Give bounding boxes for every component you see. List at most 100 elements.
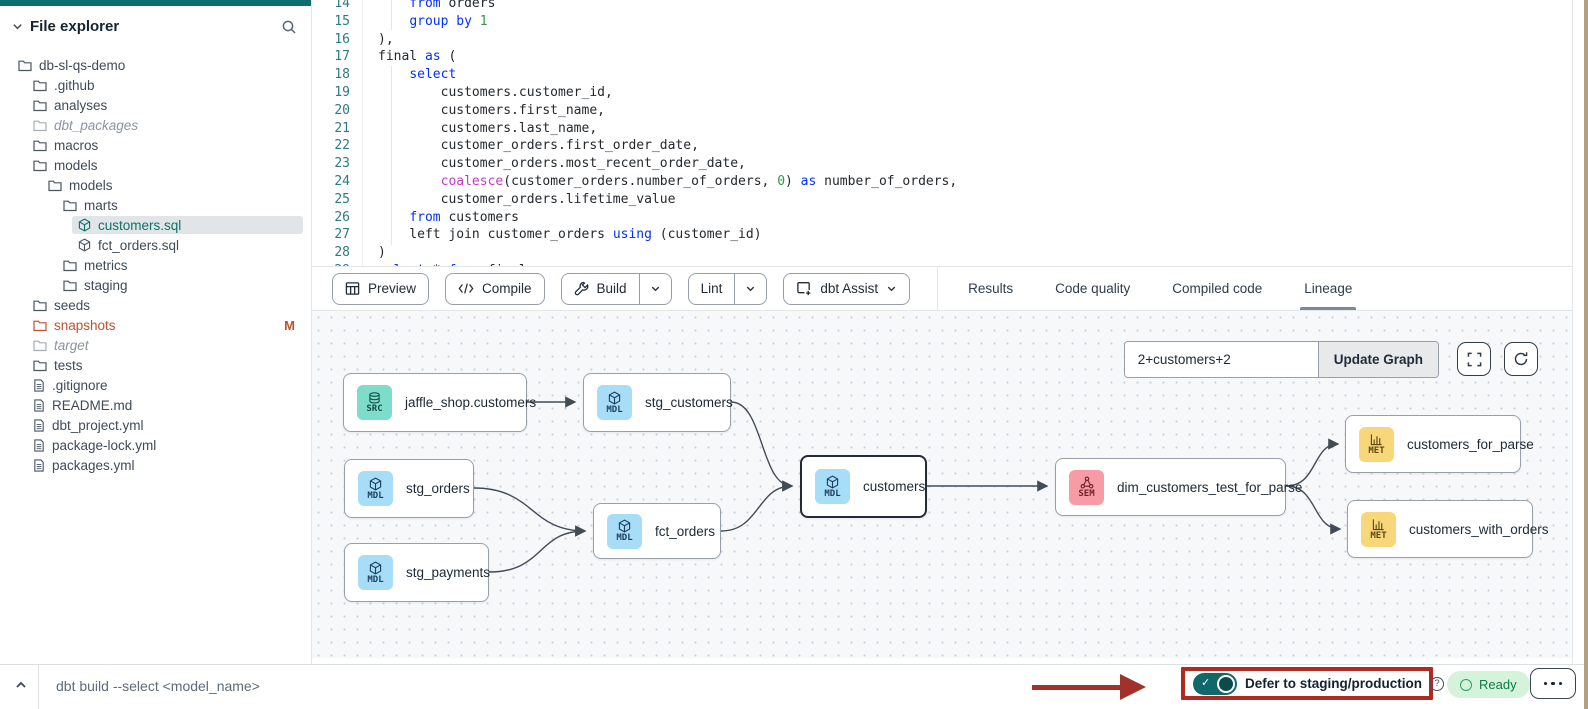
file-icon (33, 459, 45, 472)
lint-dropdown-button[interactable] (734, 274, 766, 304)
tree-item-macros[interactable]: macros (0, 135, 311, 155)
tree-item-label: packages.yml (52, 458, 135, 473)
tab-results[interactable]: Results (968, 267, 1013, 310)
tree-item-db-sl-qs-demo[interactable]: db-sl-qs-demo (0, 55, 311, 75)
tree-item-target[interactable]: target (0, 335, 311, 355)
lineage-node-fct_orders[interactable]: MDLfct_orders (593, 503, 721, 559)
refresh-graph-button[interactable] (1504, 342, 1538, 376)
file-icon (33, 419, 45, 432)
tree-item--gitignore[interactable]: .gitignore (0, 375, 311, 395)
tree-item-packages-yml[interactable]: packages.yml (0, 455, 311, 475)
tree-item-models[interactable]: models (0, 175, 311, 195)
line-number: 27 (312, 226, 350, 244)
statusbar-divider (38, 665, 39, 709)
fullscreen-icon (1467, 352, 1482, 367)
tree-item-label: tests (54, 358, 83, 373)
tree-item-label: marts (84, 198, 118, 213)
build-dropdown-button[interactable] (639, 274, 671, 304)
tree-item-customers-sql[interactable]: customers.sql (0, 215, 311, 235)
dot-icon (1544, 682, 1548, 686)
file-explorer-panel: File explorer db-sl-qs-demo.githubanalys… (0, 0, 312, 664)
tree-item-package-lock-yml[interactable]: package-lock.yml (0, 435, 311, 455)
tree-item-label: metrics (84, 258, 128, 273)
code-line-17: 17final as ( (312, 48, 1572, 66)
tree-item-label: staging (84, 278, 128, 293)
lineage-node-customers_for_parse[interactable]: METcustomers_for_parse (1345, 415, 1521, 473)
model-cube-icon (78, 238, 91, 252)
lineage-node-jaffle_shop_customers[interactable]: SRCjaffle_shop.customers (343, 373, 527, 432)
fullscreen-button[interactable] (1457, 342, 1491, 376)
search-icon[interactable] (281, 19, 297, 35)
code-line-16: 16), (312, 31, 1572, 49)
line-number: 21 (312, 120, 350, 138)
folder-icon (33, 319, 47, 332)
node-label: jaffle_shop.customers (405, 395, 536, 410)
folder-icon (63, 279, 77, 292)
tree-item-tests[interactable]: tests (0, 355, 311, 375)
code-line-15: 15 group by 1 (312, 13, 1572, 31)
status-bar: dbt build --select <model_name> ✓ Defer … (0, 664, 1584, 709)
tree-item-seeds[interactable]: seeds (0, 295, 311, 315)
lineage-node-dim_customers_test_for_parse[interactable]: SEMdim_customers_test_for_parse (1055, 458, 1286, 516)
lineage-node-stg_customers[interactable]: MDLstg_customers (583, 373, 731, 432)
code-line-23: 23 customer_orders.most_recent_order_dat… (312, 155, 1572, 173)
update-graph-button[interactable]: Update Graph (1318, 342, 1438, 377)
code-line-27: 27 left join customer_orders using (cust… (312, 226, 1572, 244)
lineage-node-customers_with_orders[interactable]: METcustomers_with_orders (1347, 500, 1533, 558)
command-input[interactable]: dbt build --select <model_name> (56, 678, 260, 694)
code-line-14: 14 from orders (312, 0, 1572, 13)
tree-item-snapshots[interactable]: snapshotsM (0, 315, 311, 335)
tab-code-quality[interactable]: Code quality (1055, 267, 1130, 310)
dbt-assist-label: dbt Assist (820, 281, 878, 296)
ide-action-toolbar: Preview Compile Build (312, 267, 1572, 311)
line-number: 16 (312, 31, 350, 49)
file-explorer-title: File explorer (30, 18, 281, 35)
folder-icon (18, 59, 32, 72)
folder-icon (63, 259, 77, 272)
lineage-node-stg_payments[interactable]: MDLstg_payments (344, 543, 489, 602)
code-editor[interactable]: 14 from orders15 group by 116),17final a… (312, 0, 1572, 267)
more-options-button[interactable] (1530, 668, 1576, 699)
connection-status-badge[interactable]: Ready (1447, 671, 1530, 698)
tree-item-label: fct_orders.sql (98, 238, 179, 253)
lint-button[interactable]: Lint (689, 274, 735, 304)
tree-item-label: models (54, 158, 98, 173)
lineage-node-customers[interactable]: MDLcustomers (800, 455, 927, 518)
tree-item-label: dbt_project.yml (52, 418, 144, 433)
chevron-down-icon[interactable] (12, 21, 23, 32)
build-button[interactable]: Build (562, 274, 639, 304)
tree-item-metrics[interactable]: metrics (0, 255, 311, 275)
tree-item-dbt-project-yml[interactable]: dbt_project.yml (0, 415, 311, 435)
defer-toggle[interactable]: ✓ (1193, 673, 1237, 695)
file-icon (33, 439, 45, 452)
dbt-assist-button[interactable]: dbt Assist (783, 273, 910, 305)
wrench-icon (574, 281, 589, 296)
preview-button[interactable]: Preview (332, 273, 429, 305)
compile-button[interactable]: Compile (445, 273, 545, 305)
tab-lineage[interactable]: Lineage (1304, 267, 1352, 310)
tree-item-marts[interactable]: marts (0, 195, 311, 215)
lineage-node-stg_orders[interactable]: MDLstg_orders (344, 459, 474, 518)
folder-icon (33, 299, 47, 312)
model-cube-icon (369, 561, 382, 575)
line-number: 28 (312, 244, 350, 262)
toolbar-divider (937, 267, 938, 311)
tree-item-label: customers.sql (98, 218, 181, 233)
help-icon[interactable]: ? (1430, 677, 1444, 691)
tree-item-staging[interactable]: staging (0, 275, 311, 295)
tree-item--github[interactable]: .github (0, 75, 311, 95)
node-type-badge: MDL (597, 385, 632, 420)
tree-item-models[interactable]: models (0, 155, 311, 175)
line-number: 14 (312, 0, 350, 13)
tab-compiled-code[interactable]: Compiled code (1172, 267, 1262, 310)
build-label: Build (597, 281, 627, 296)
tree-item-analyses[interactable]: analyses (0, 95, 311, 115)
lineage-filter-group: Update Graph (1124, 341, 1439, 378)
tree-item-dbt-packages[interactable]: dbt_packages (0, 115, 311, 135)
tree-item-label: README.md (52, 398, 132, 413)
folder-icon (33, 99, 47, 112)
chevron-up-icon[interactable] (14, 678, 28, 692)
tree-item-readme-md[interactable]: README.md (0, 395, 311, 415)
tree-item-fct-orders-sql[interactable]: fct_orders.sql (0, 235, 311, 255)
lineage-filter-input[interactable] (1125, 342, 1318, 377)
